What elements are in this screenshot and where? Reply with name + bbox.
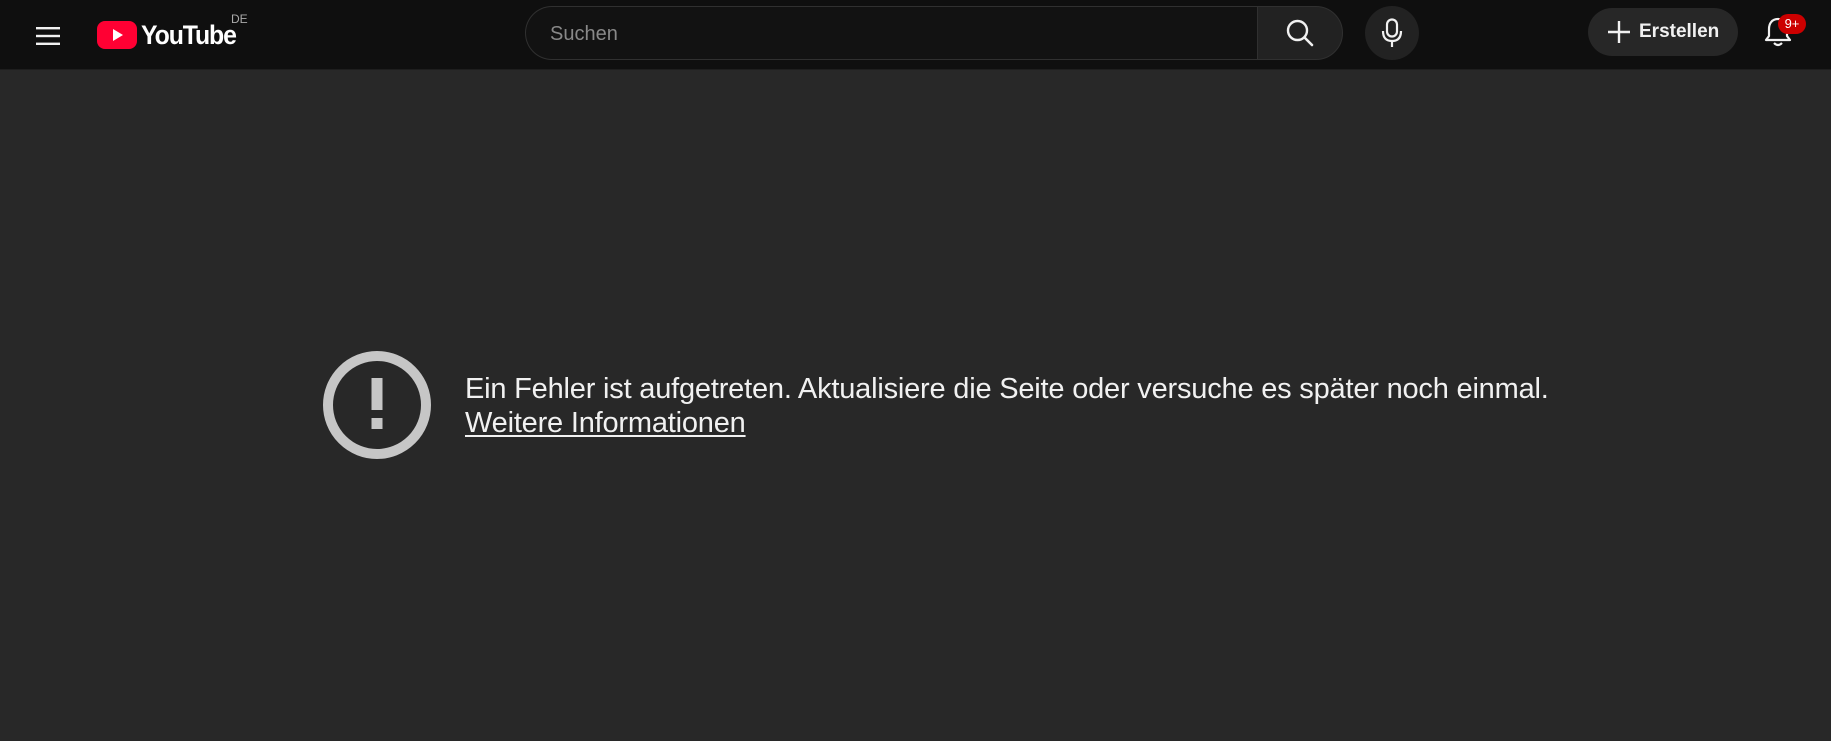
logo-wordmark: YouTube	[141, 19, 237, 50]
search-box	[525, 6, 1258, 61]
create-button[interactable]: Erstellen	[1588, 8, 1738, 56]
search-icon	[1286, 19, 1314, 47]
microphone-icon	[1381, 18, 1403, 47]
search-button[interactable]	[1257, 6, 1343, 60]
error-message-text: Ein Fehler ist aufgetreten. Aktualisiere…	[465, 373, 1549, 405]
youtube-logo[interactable]: YouTube	[97, 17, 244, 53]
voice-search-button[interactable]	[1365, 6, 1419, 60]
exclamation-circle-icon	[323, 351, 431, 459]
search-input[interactable]	[548, 7, 1242, 61]
plus-icon	[1608, 21, 1630, 43]
top-bar: YouTube DE Erstellen 9+	[0, 0, 1831, 70]
logo-region-code: DE	[231, 12, 248, 26]
guide-menu-button[interactable]	[26, 14, 70, 58]
notification-count-badge: 9+	[1778, 14, 1806, 34]
error-message-container: Ein Fehler ist aufgetreten. Aktualisiere…	[322, 350, 1722, 470]
hamburger-menu-icon	[36, 27, 60, 45]
more-information-link[interactable]: Weitere Informationen	[465, 407, 746, 440]
youtube-play-logo-icon	[97, 21, 137, 49]
create-button-label: Erstellen	[1639, 21, 1720, 42]
